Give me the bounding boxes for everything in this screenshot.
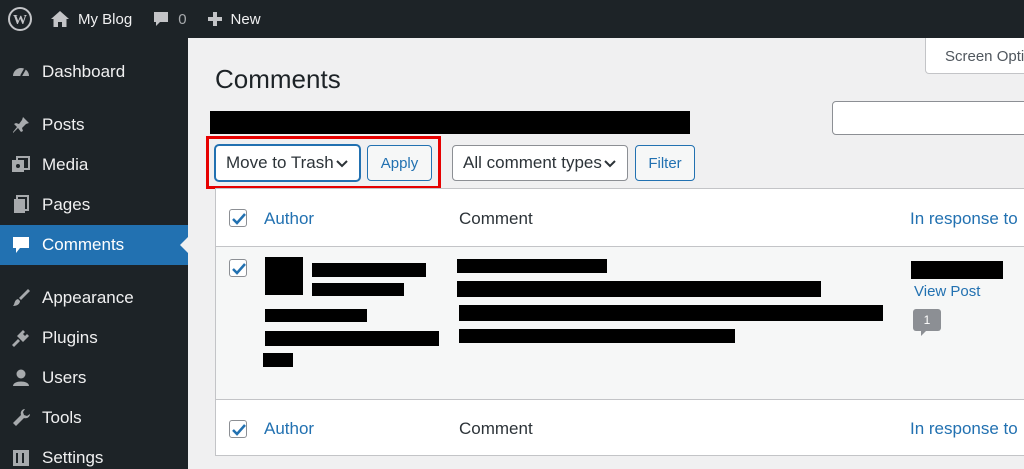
sidebar-item-label: Comments <box>42 235 125 254</box>
column-author-sort-link[interactable]: Author <box>264 209 314 229</box>
new-label: New <box>230 10 261 28</box>
select-all-checkbox-footer[interactable] <box>229 420 247 438</box>
sidebar-item-media[interactable]: Media <box>0 145 188 185</box>
paintbrush-icon <box>0 288 42 308</box>
comment-type-select[interactable]: All comment types <box>452 145 628 181</box>
table-header: Author Comment In response to <box>216 189 1024 247</box>
redacted-avatar <box>265 257 303 295</box>
table-footer: Author Comment In response to <box>216 399 1024 457</box>
page-title: Comments <box>215 64 341 94</box>
checkmark-icon <box>232 213 246 225</box>
home-icon <box>51 11 69 27</box>
pages-icon <box>0 195 42 215</box>
column-in-response-to-sort-link[interactable]: In response to <box>910 209 1018 229</box>
sidebar-item-comments[interactable]: Comments <box>0 225 188 265</box>
wrench-icon <box>0 408 42 428</box>
sidebar-item-dashboard[interactable]: Dashboard <box>0 52 188 92</box>
checkmark-icon <box>232 424 246 436</box>
admin-bar-comments-link[interactable]: 0 <box>142 0 196 38</box>
redacted-author-ip <box>265 331 439 346</box>
redacted-comment-line-3 <box>459 329 735 343</box>
wordpress-logo-icon: W <box>8 7 32 31</box>
column-in-response-to-sort-link-footer[interactable]: In response to <box>910 419 1018 439</box>
sidebar-item-label: Tools <box>42 408 82 427</box>
sidebar-item-pages[interactable]: Pages <box>0 185 188 225</box>
svg-text:W: W <box>13 13 27 28</box>
table-row: View Post 1 <box>216 247 1024 399</box>
sidebar-item-settings[interactable]: Settings <box>0 438 188 469</box>
sidebar-item-label: Dashboard <box>42 62 126 81</box>
comment-bubble-icon <box>154 12 169 26</box>
sidebar-item-users[interactable]: Users <box>0 358 188 398</box>
sidebar-item-tools[interactable]: Tools <box>0 398 188 438</box>
sidebar-item-label: Plugins <box>42 328 98 347</box>
dashboard-icon <box>0 62 42 82</box>
redacted-comment-line-2 <box>459 305 883 321</box>
site-name: My Blog <box>78 10 133 28</box>
sidebar-item-label: Pages <box>42 195 91 214</box>
sidebar-item-label: Media <box>42 155 89 174</box>
user-icon <box>0 368 42 388</box>
redacted-author-extra <box>263 353 293 367</box>
comments-table: Author Comment In response to View Post … <box>215 188 1024 456</box>
chevron-down-icon <box>604 160 616 168</box>
sidebar-item-plugins[interactable]: Plugins <box>0 318 188 358</box>
filter-button[interactable]: Filter <box>635 145 695 181</box>
wordpress-logo-button[interactable]: W <box>0 0 40 38</box>
post-comment-count-badge[interactable]: 1 <box>913 309 941 336</box>
plus-icon <box>207 12 222 26</box>
redacted-status-links <box>210 111 690 134</box>
settings-icon <box>0 448 42 468</box>
column-comment-footer: Comment <box>459 419 533 438</box>
search-comments-input[interactable] <box>832 101 1024 135</box>
redacted-post-title <box>911 261 1003 279</box>
redacted-author-url <box>312 283 404 296</box>
admin-bar: W My Blog 0 New <box>0 0 1024 38</box>
row-checkbox[interactable] <box>229 259 247 277</box>
highlight-box <box>206 136 441 189</box>
column-comment-header: Comment <box>459 209 533 228</box>
sidebar-item-label: Settings <box>42 448 104 467</box>
sidebar-item-label: Users <box>42 368 87 387</box>
comments-count: 0 <box>178 10 187 28</box>
comment-bubble-icon <box>0 235 42 255</box>
new-content-button[interactable]: New <box>197 0 271 38</box>
redacted-comment-meta <box>457 259 607 273</box>
redacted-author-email <box>265 309 367 322</box>
view-post-link[interactable]: View Post <box>914 283 980 300</box>
admin-sidebar: Dashboard Posts Media Pages Comments App… <box>0 38 188 469</box>
column-author-sort-link-footer[interactable]: Author <box>264 419 314 439</box>
site-name-link[interactable]: My Blog <box>40 0 142 38</box>
checkmark-icon <box>232 263 246 275</box>
sidebar-item-posts[interactable]: Posts <box>0 105 188 145</box>
pushpin-icon <box>0 115 42 135</box>
comment-type-selected: All comment types <box>463 153 602 172</box>
plug-icon <box>0 328 42 348</box>
redacted-comment-line-1 <box>457 281 821 297</box>
media-icon <box>0 155 42 175</box>
sidebar-item-label: Posts <box>42 115 85 134</box>
select-all-checkbox[interactable] <box>229 209 247 227</box>
screen-options-button[interactable]: Screen Opti <box>925 38 1024 74</box>
redacted-author-name <box>312 263 426 277</box>
sidebar-item-label: Appearance <box>42 288 134 307</box>
sidebar-item-appearance[interactable]: Appearance <box>0 278 188 318</box>
